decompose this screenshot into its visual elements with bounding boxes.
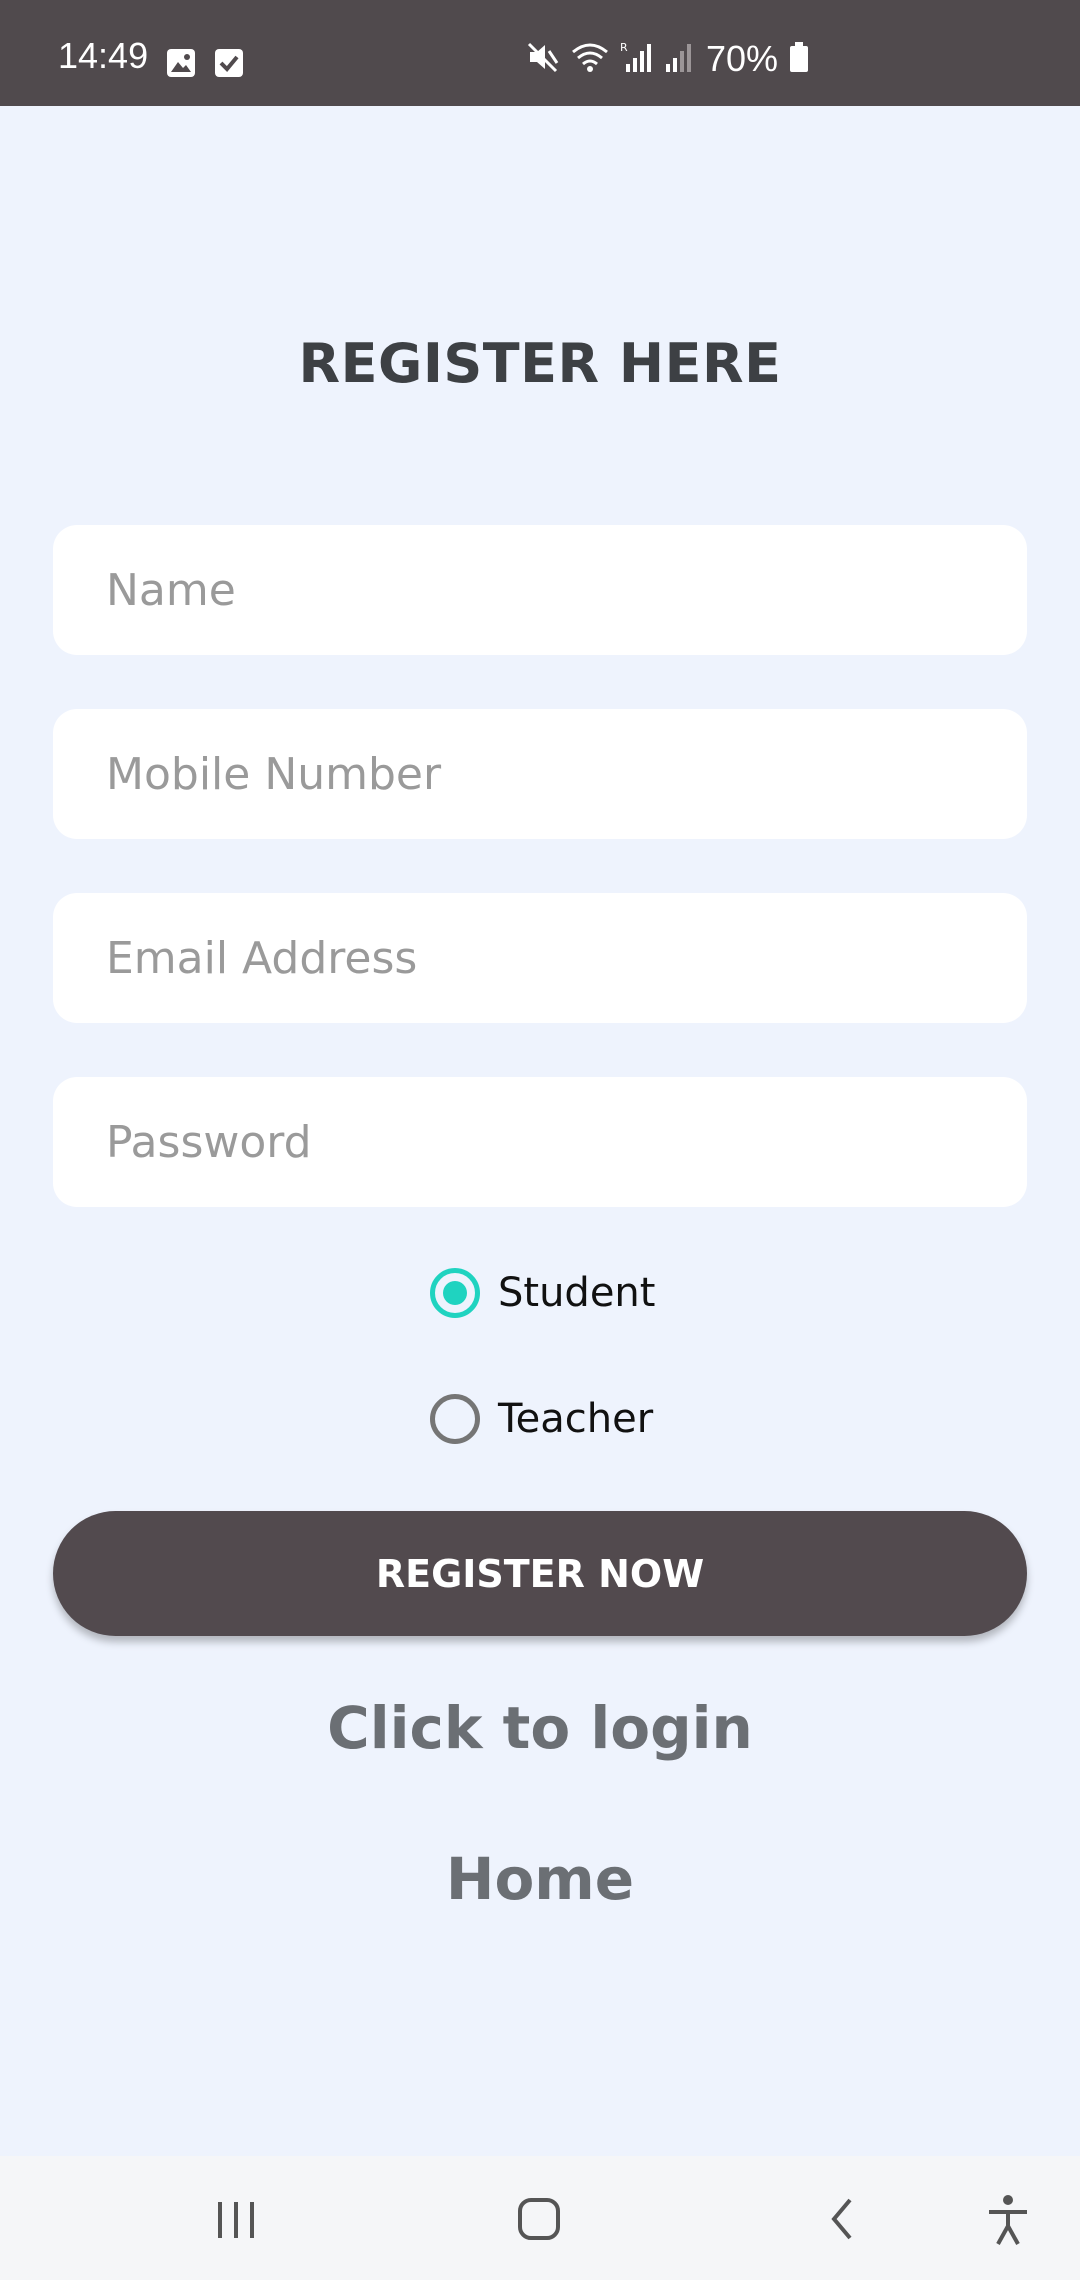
back-icon[interactable] (822, 2188, 862, 2252)
battery-icon (788, 40, 810, 78)
status-notification-icons (166, 48, 244, 82)
home-link[interactable]: Home (0, 1845, 1080, 1913)
status-time: 14:49 (58, 35, 149, 76)
svg-text:R: R (620, 41, 628, 54)
mute-icon (526, 40, 560, 78)
password-field[interactable] (53, 1077, 1027, 1207)
battery-percentage: 70% (706, 38, 779, 79)
radio-checked-icon[interactable] (430, 1268, 480, 1318)
signal-icon (664, 40, 696, 78)
email-field[interactable] (53, 893, 1027, 1023)
page-title: REGISTER HERE (298, 332, 782, 395)
recent-apps-icon[interactable] (214, 2188, 260, 2252)
radio-label-teacher: Teacher (498, 1396, 654, 1442)
home-icon[interactable] (512, 2188, 568, 2252)
status-bar: 14:49 R 70% (0, 0, 1080, 106)
login-link[interactable]: Click to login (0, 1694, 1080, 1762)
radio-option-teacher[interactable]: Teacher (430, 1394, 653, 1444)
image-icon (166, 48, 196, 82)
status-system-icons: R 70% (526, 40, 810, 78)
check-box-icon (214, 48, 244, 82)
radio-label-student: Student (498, 1270, 656, 1316)
accessibility-icon[interactable] (984, 2188, 1032, 2252)
register-now-button[interactable]: REGISTER NOW (53, 1511, 1027, 1636)
mobile-number-field[interactable] (53, 709, 1027, 839)
name-field[interactable] (53, 525, 1027, 655)
signal-roaming-icon: R (620, 40, 654, 78)
radio-option-student[interactable]: Student (430, 1268, 655, 1318)
navigation-bar (0, 2156, 1080, 2280)
wifi-icon (570, 40, 610, 78)
radio-unchecked-icon[interactable] (430, 1394, 480, 1444)
